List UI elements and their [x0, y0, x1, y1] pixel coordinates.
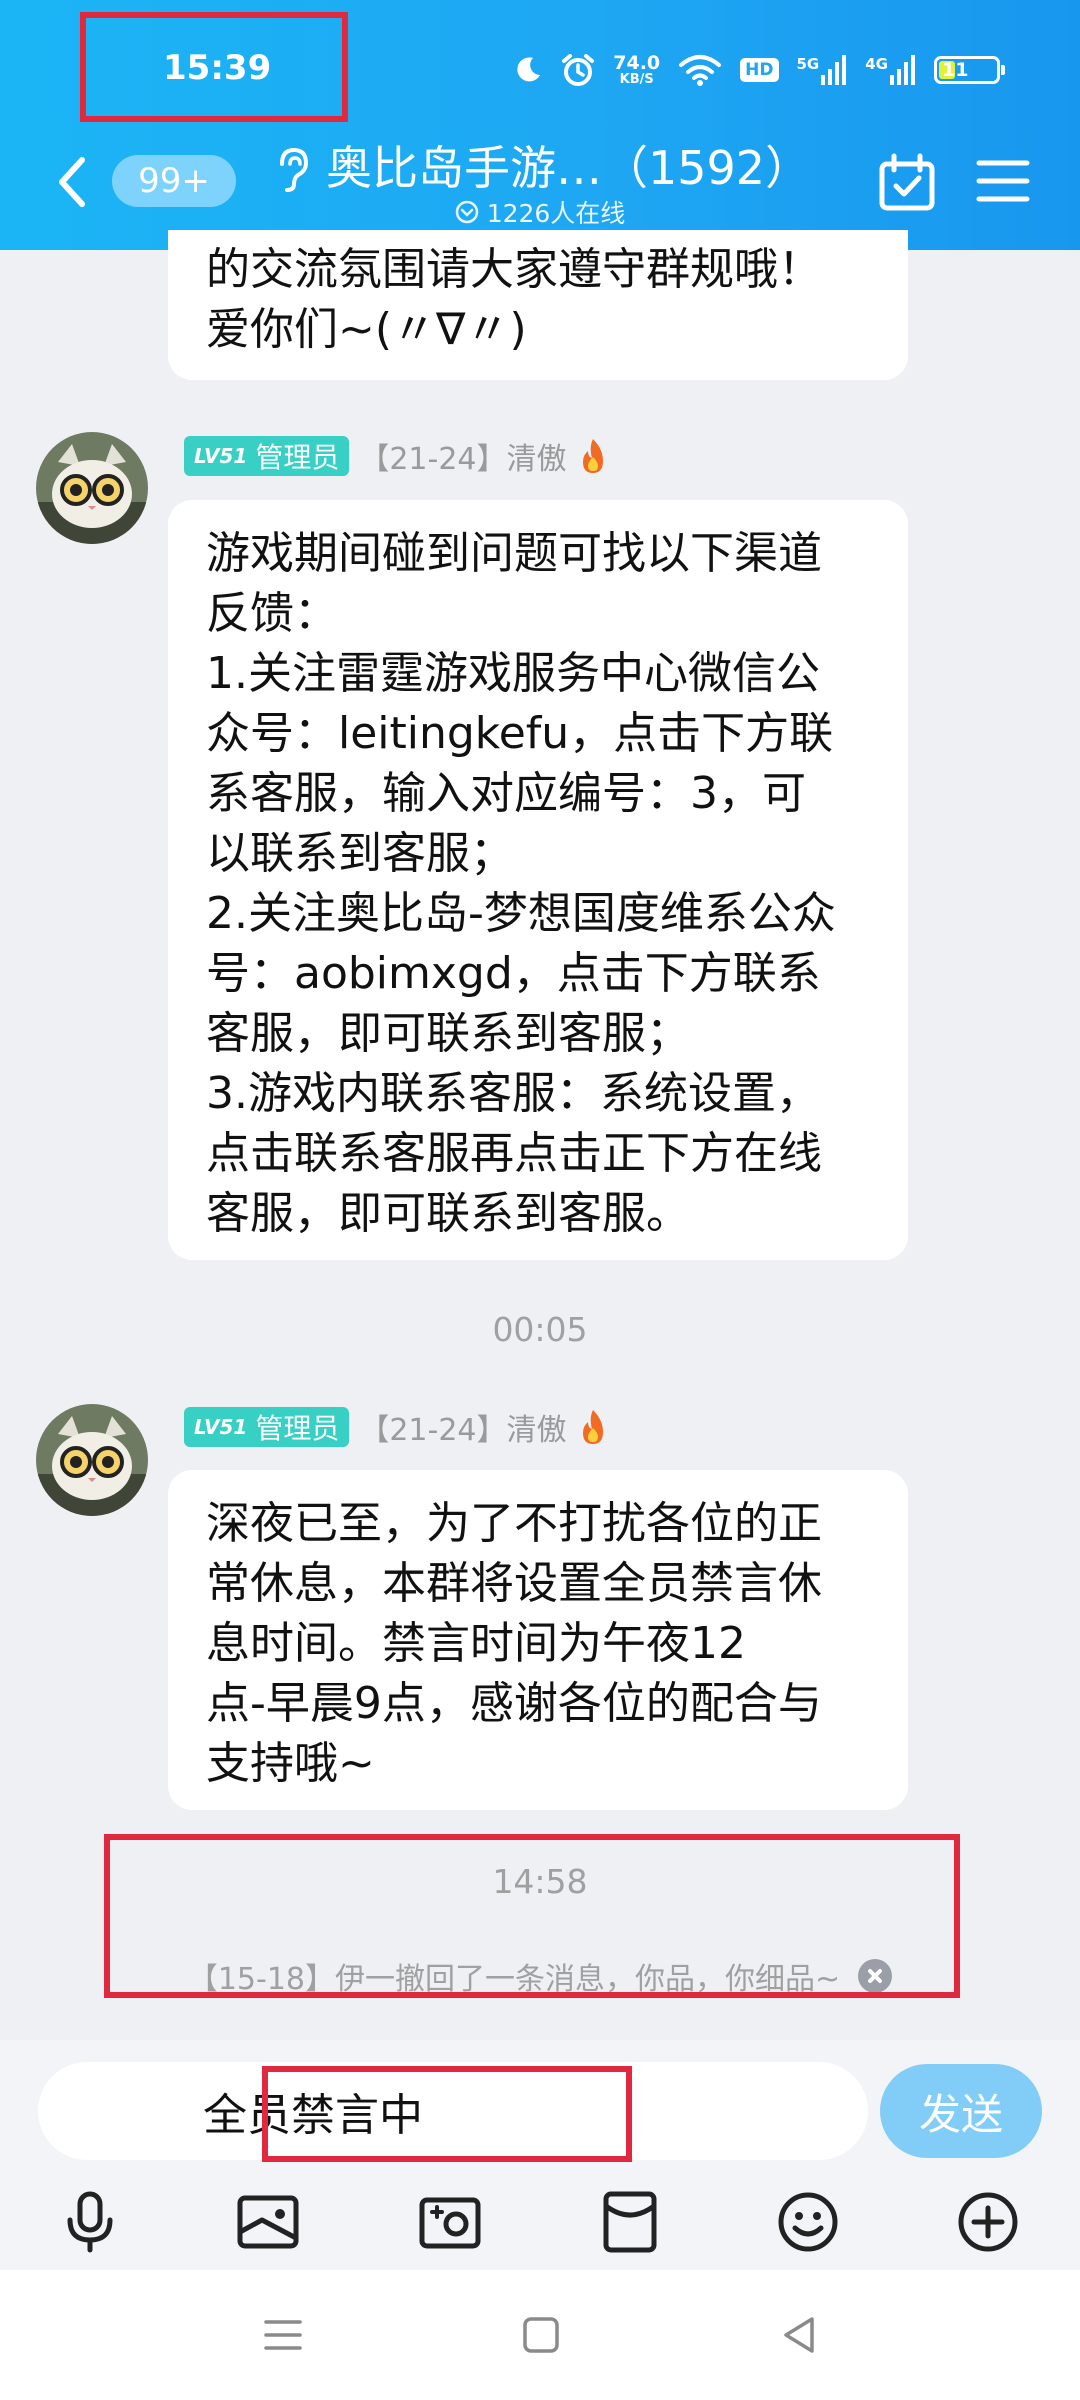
- message-line: 客服，即可联系到客服。: [206, 1188, 690, 1239]
- back-nav-icon[interactable]: [778, 2314, 820, 2356]
- admin-badge: LV51 管理员: [184, 436, 350, 476]
- status-icons: 74.0 KB/S HD 5G 4G 11: [513, 48, 1005, 92]
- message-line: 游戏期间碰到问题可找以下渠道: [206, 528, 822, 579]
- camera-icon[interactable]: [418, 2190, 482, 2254]
- role-label: 管理员: [255, 1412, 340, 1445]
- hd-icon: HD: [740, 58, 779, 82]
- message-line: 爱你们~(〃∇〃): [206, 304, 527, 355]
- admin-badge: LV51 管理员: [184, 1407, 350, 1447]
- recent-apps-icon[interactable]: [262, 2314, 304, 2356]
- message-line: 号：aobimxgd，点击下方联系: [206, 948, 821, 999]
- signal-icon-2: [890, 55, 915, 85]
- ear-icon[interactable]: [272, 144, 312, 194]
- level-label: LV51: [194, 1415, 248, 1439]
- menu-icon[interactable]: [976, 158, 1030, 204]
- message-line: 1.关注雷霆游戏服务中心微信公: [206, 648, 820, 699]
- message-bubble-partial[interactable]: 的交流氛围请大家遵守群规哦！ 爱你们~(〃∇〃): [168, 230, 908, 380]
- signal-5g: 5G: [797, 55, 848, 85]
- sender-name[interactable]: 【21-24】清傲: [359, 434, 566, 478]
- input-area: 全员禁言中 发送: [0, 2040, 1080, 2270]
- calendar-check-icon[interactable]: [878, 152, 936, 212]
- status-time: 15:39: [163, 48, 272, 88]
- message-bubble[interactable]: 深夜已至，为了不打扰各位的正 常休息，本群将设置全员禁言休 息时间。禁言时间为午…: [168, 1470, 908, 1810]
- level-label: LV51: [194, 444, 248, 468]
- send-button[interactable]: 发送: [880, 2064, 1042, 2158]
- fire-icon: [582, 439, 603, 473]
- online-count: 1226人在线: [486, 199, 626, 228]
- cat-avatar-icon: [36, 1404, 148, 1516]
- message-line: 反馈：: [206, 588, 338, 639]
- message-line: 支持哦~: [206, 1738, 375, 1789]
- message-timestamp: 00:05: [492, 1310, 588, 1349]
- red-packet-icon[interactable]: [598, 2190, 662, 2254]
- message-line: 息时间。禁言时间为午夜12: [206, 1618, 746, 1669]
- home-icon[interactable]: [520, 2314, 562, 2356]
- chat-title[interactable]: 奥比岛手游…（1592）: [326, 132, 811, 198]
- message-line: 点-早晨9点，感谢各位的配合与: [206, 1678, 822, 1729]
- net-speed-value: 74.0: [613, 51, 661, 74]
- recall-text: 【15-18】伊一撤回了一条消息，你品，你细品~: [187, 1962, 841, 1997]
- avatar[interactable]: [36, 1404, 148, 1516]
- emoji-icon[interactable]: [776, 2190, 840, 2254]
- header-bar: 15:39 74.0 KB/S HD 5G 4G 11 99+ 奥比岛手游…（1…: [0, 0, 1080, 250]
- message-line: 客服，即可联系到客服；: [206, 1008, 690, 1059]
- cat-avatar-icon: [36, 432, 148, 544]
- message-line: 系客服，输入对应编号：3，可: [206, 768, 806, 819]
- message-line: 3.游戏内联系客服：系统设置，: [206, 1068, 820, 1119]
- sender-row: LV51 管理员 【21-24】清傲: [184, 434, 609, 478]
- system-nav-bar: [0, 2270, 1080, 2400]
- net-speed: 74.0 KB/S: [613, 51, 661, 87]
- message-line: 众号：leitingkefu，点击下方联: [206, 708, 834, 759]
- message-line: 以联系到客服；: [206, 828, 514, 879]
- image-icon[interactable]: [236, 2190, 300, 2254]
- message-line: 点击联系客服再点击正下方在线: [206, 1128, 822, 1179]
- signal-4g: 4G: [865, 55, 916, 85]
- net1-label: 5G: [796, 55, 820, 73]
- message-timestamp: 14:58: [492, 1862, 588, 1901]
- battery-icon: 11: [934, 56, 1005, 84]
- net2-label: 4G: [865, 55, 888, 73]
- plus-icon[interactable]: [956, 2190, 1020, 2254]
- message-line: 常休息，本群将设置全员禁言休: [206, 1558, 822, 1609]
- message-line: 的交流氛围请大家遵守群规哦！: [206, 244, 822, 295]
- sender-row: LV51 管理员 【21-24】清傲: [184, 1405, 609, 1449]
- role-label: 管理员: [255, 441, 340, 474]
- recall-notice: 【15-18】伊一撤回了一条消息，你品，你细品~: [0, 1954, 1080, 1998]
- muted-status-text: 全员禁言中: [203, 2090, 423, 2141]
- fire-icon: [582, 1410, 603, 1444]
- message-line: 深夜已至，为了不打扰各位的正: [206, 1498, 822, 1549]
- net-speed-unit: KB/S: [619, 71, 654, 87]
- alarm-icon: [562, 54, 595, 86]
- moon-icon: [517, 57, 541, 82]
- battery-level: 11: [942, 59, 969, 81]
- message-bubble[interactable]: 游戏期间碰到问题可找以下渠道 反馈： 1.关注雷霆游戏服务中心微信公 众号：le…: [168, 500, 908, 1260]
- signal-icon: [821, 55, 847, 85]
- close-icon[interactable]: [858, 1959, 893, 1993]
- sender-name[interactable]: 【21-24】清傲: [359, 1405, 566, 1449]
- message-line: 2.关注奥比岛-梦想国度维系公众: [206, 888, 836, 939]
- chevron-circle-icon: [455, 200, 478, 224]
- message-input[interactable]: 全员禁言中: [38, 2062, 868, 2160]
- microphone-icon[interactable]: [58, 2190, 122, 2254]
- wifi-icon: [679, 55, 722, 86]
- avatar[interactable]: [36, 432, 148, 544]
